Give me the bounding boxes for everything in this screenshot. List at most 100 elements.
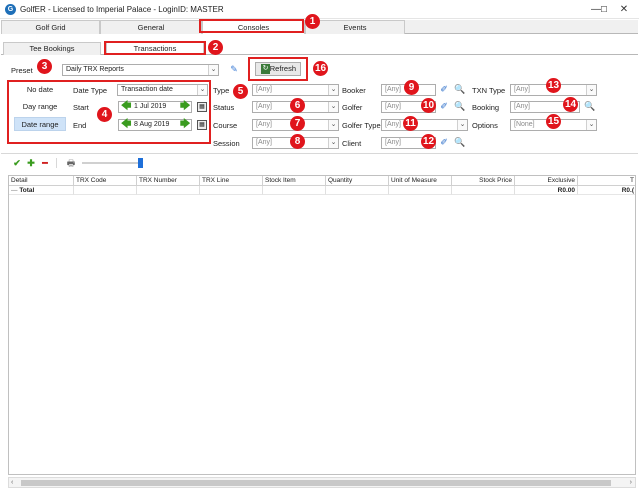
type-select[interactable]: [Any] ⌄ <box>252 84 339 96</box>
column-header-trx-number[interactable]: TRX Number <box>137 176 200 186</box>
end-date-value: 8 Aug 2019 <box>134 121 170 128</box>
tab-golf-grid[interactable]: Golf Grid <box>1 20 100 34</box>
app-logo-icon: G <box>5 4 16 15</box>
radio-day-range[interactable]: Day range <box>14 100 66 114</box>
transactions-grid: Detail TRX Code TRX Number TRX Line Stoc… <box>8 175 636 475</box>
tab-consoles[interactable]: Consoles <box>202 20 305 34</box>
column-header-exclusive[interactable]: Exclusive <box>515 176 578 186</box>
options-label: Options <box>472 121 498 130</box>
title-bar: G GolfER - Licensed to Imperial Palace -… <box>0 0 639 19</box>
calendar-icon[interactable]: ▦ <box>197 120 207 130</box>
pencil-icon[interactable]: ✎ <box>229 64 239 74</box>
arrow-left-icon[interactable]: 🡄 <box>121 102 131 112</box>
horizontal-scrollbar[interactable]: ‹ › <box>8 477 636 488</box>
golfer-value: [Any] <box>385 103 401 110</box>
session-select[interactable]: [Any] ⌄ <box>252 137 339 149</box>
search-icon[interactable]: 🔍 <box>454 137 465 147</box>
booking-field[interactable]: [Any] <box>510 101 580 113</box>
column-header-stock-price[interactable]: Stock Price <box>452 176 515 186</box>
date-type-value: Transaction date <box>121 86 173 93</box>
tab-tee-bookings[interactable]: Tee Bookings <box>3 42 101 55</box>
type-label: Type <box>213 86 230 95</box>
zoom-slider-track[interactable] <box>82 162 142 164</box>
scroll-left-icon[interactable]: ‹ <box>11 479 13 486</box>
callout-badge: 2 <box>208 40 223 55</box>
toolbar-separator <box>56 158 57 168</box>
client-field[interactable]: [Any] <box>381 137 436 149</box>
session-label: Session <box>213 139 240 148</box>
table-cell <box>200 186 263 195</box>
close-button[interactable]: ✕ <box>612 2 636 17</box>
table-cell <box>452 186 515 195</box>
search-icon[interactable]: 🔍 <box>584 101 595 111</box>
eraser-icon[interactable]: ✐ <box>439 101 449 111</box>
chevron-down-icon: ⌄ <box>457 120 467 130</box>
chevron-down-icon: ⌄ <box>328 120 338 130</box>
search-icon[interactable]: 🔍 <box>454 101 465 111</box>
column-header-quantity[interactable]: Quantity <box>326 176 389 186</box>
golfer-type-select[interactable]: [Any] ⌄ <box>381 119 468 131</box>
radio-date-range[interactable]: Date range <box>14 117 66 131</box>
status-select[interactable]: [Any] ⌄ <box>252 101 339 113</box>
preset-value: Daily TRX Reports <box>66 66 124 73</box>
search-icon[interactable]: 🔍 <box>454 84 465 94</box>
radio-no-date[interactable]: No date <box>14 83 66 97</box>
eraser-icon[interactable]: ✐ <box>439 84 449 94</box>
total-label: Total <box>19 187 35 194</box>
chevron-down-icon: ⌄ <box>208 65 218 75</box>
refresh-button[interactable]: ↻ Refresh <box>255 62 301 76</box>
check-icon[interactable]: ✔ <box>12 158 22 168</box>
golfer-type-label: Golfer Type <box>342 121 381 130</box>
column-header-trx-code[interactable]: TRX Code <box>74 176 137 186</box>
options-value: [None] <box>514 121 535 128</box>
type-value: [Any] <box>256 86 272 93</box>
column-header-detail[interactable]: Detail <box>9 176 74 186</box>
tab-general[interactable]: General <box>100 20 202 34</box>
golfer-type-value: [Any] <box>385 121 401 128</box>
column-header-t[interactable]: T <box>578 176 635 186</box>
column-header-trx-line[interactable]: TRX Line <box>200 176 263 186</box>
chevron-down-icon: ⌄ <box>328 85 338 95</box>
chevron-down-icon: ⌄ <box>328 102 338 112</box>
booker-value: [Any] <box>385 86 401 93</box>
tab-transactions[interactable]: Transactions <box>106 42 204 55</box>
chevron-down-icon: ⌄ <box>586 85 596 95</box>
scroll-right-icon[interactable]: › <box>630 479 632 486</box>
arrow-right-icon[interactable]: 🡆 <box>180 120 190 130</box>
column-header-unit-of-measure[interactable]: Unit of Measure <box>389 176 452 186</box>
eraser-icon[interactable]: ✐ <box>439 137 449 147</box>
booker-field[interactable]: [Any] <box>381 84 436 96</box>
calendar-icon[interactable]: ▦ <box>197 102 207 112</box>
remove-icon[interactable]: ━ <box>40 158 50 168</box>
course-value: [Any] <box>256 121 272 128</box>
booking-label: Booking <box>472 103 500 112</box>
total-t: R0.( <box>578 186 635 195</box>
tab-events[interactable]: Events <box>305 20 405 34</box>
add-icon[interactable]: ✚ <box>26 158 36 168</box>
course-select[interactable]: [Any] ⌄ <box>252 119 339 131</box>
end-label: End <box>73 121 87 130</box>
table-cell <box>137 186 200 195</box>
section-divider <box>1 153 638 154</box>
booking-value: [Any] <box>514 103 530 110</box>
column-header-stock-item[interactable]: Stock Item <box>263 176 326 186</box>
arrow-left-icon[interactable]: 🡄 <box>121 120 131 130</box>
golfer-field[interactable]: [Any] <box>381 101 436 113</box>
print-icon[interactable]: 🖶 <box>66 158 76 168</box>
preset-label: Preset <box>11 66 33 75</box>
callout-badge: 16 <box>313 61 328 76</box>
scrollbar-thumb[interactable] <box>21 480 611 486</box>
table-cell <box>326 186 389 195</box>
callout-badge: 5 <box>233 84 248 99</box>
booker-label: Booker <box>342 86 366 95</box>
zoom-slider-thumb[interactable] <box>138 158 143 168</box>
total-row-label: — Total <box>9 186 74 195</box>
txn-type-label: TXN Type <box>472 86 506 95</box>
options-select[interactable]: [None] ⌄ <box>510 119 597 131</box>
table-cell <box>74 186 137 195</box>
preset-select[interactable]: Daily TRX Reports ⌄ <box>62 64 219 76</box>
arrow-right-icon[interactable]: 🡆 <box>180 102 190 112</box>
txn-type-select[interactable]: [Any] ⌄ <box>510 84 597 96</box>
chevron-down-icon: ⌄ <box>197 85 207 95</box>
date-type-select[interactable]: Transaction date ⌄ <box>117 84 208 96</box>
